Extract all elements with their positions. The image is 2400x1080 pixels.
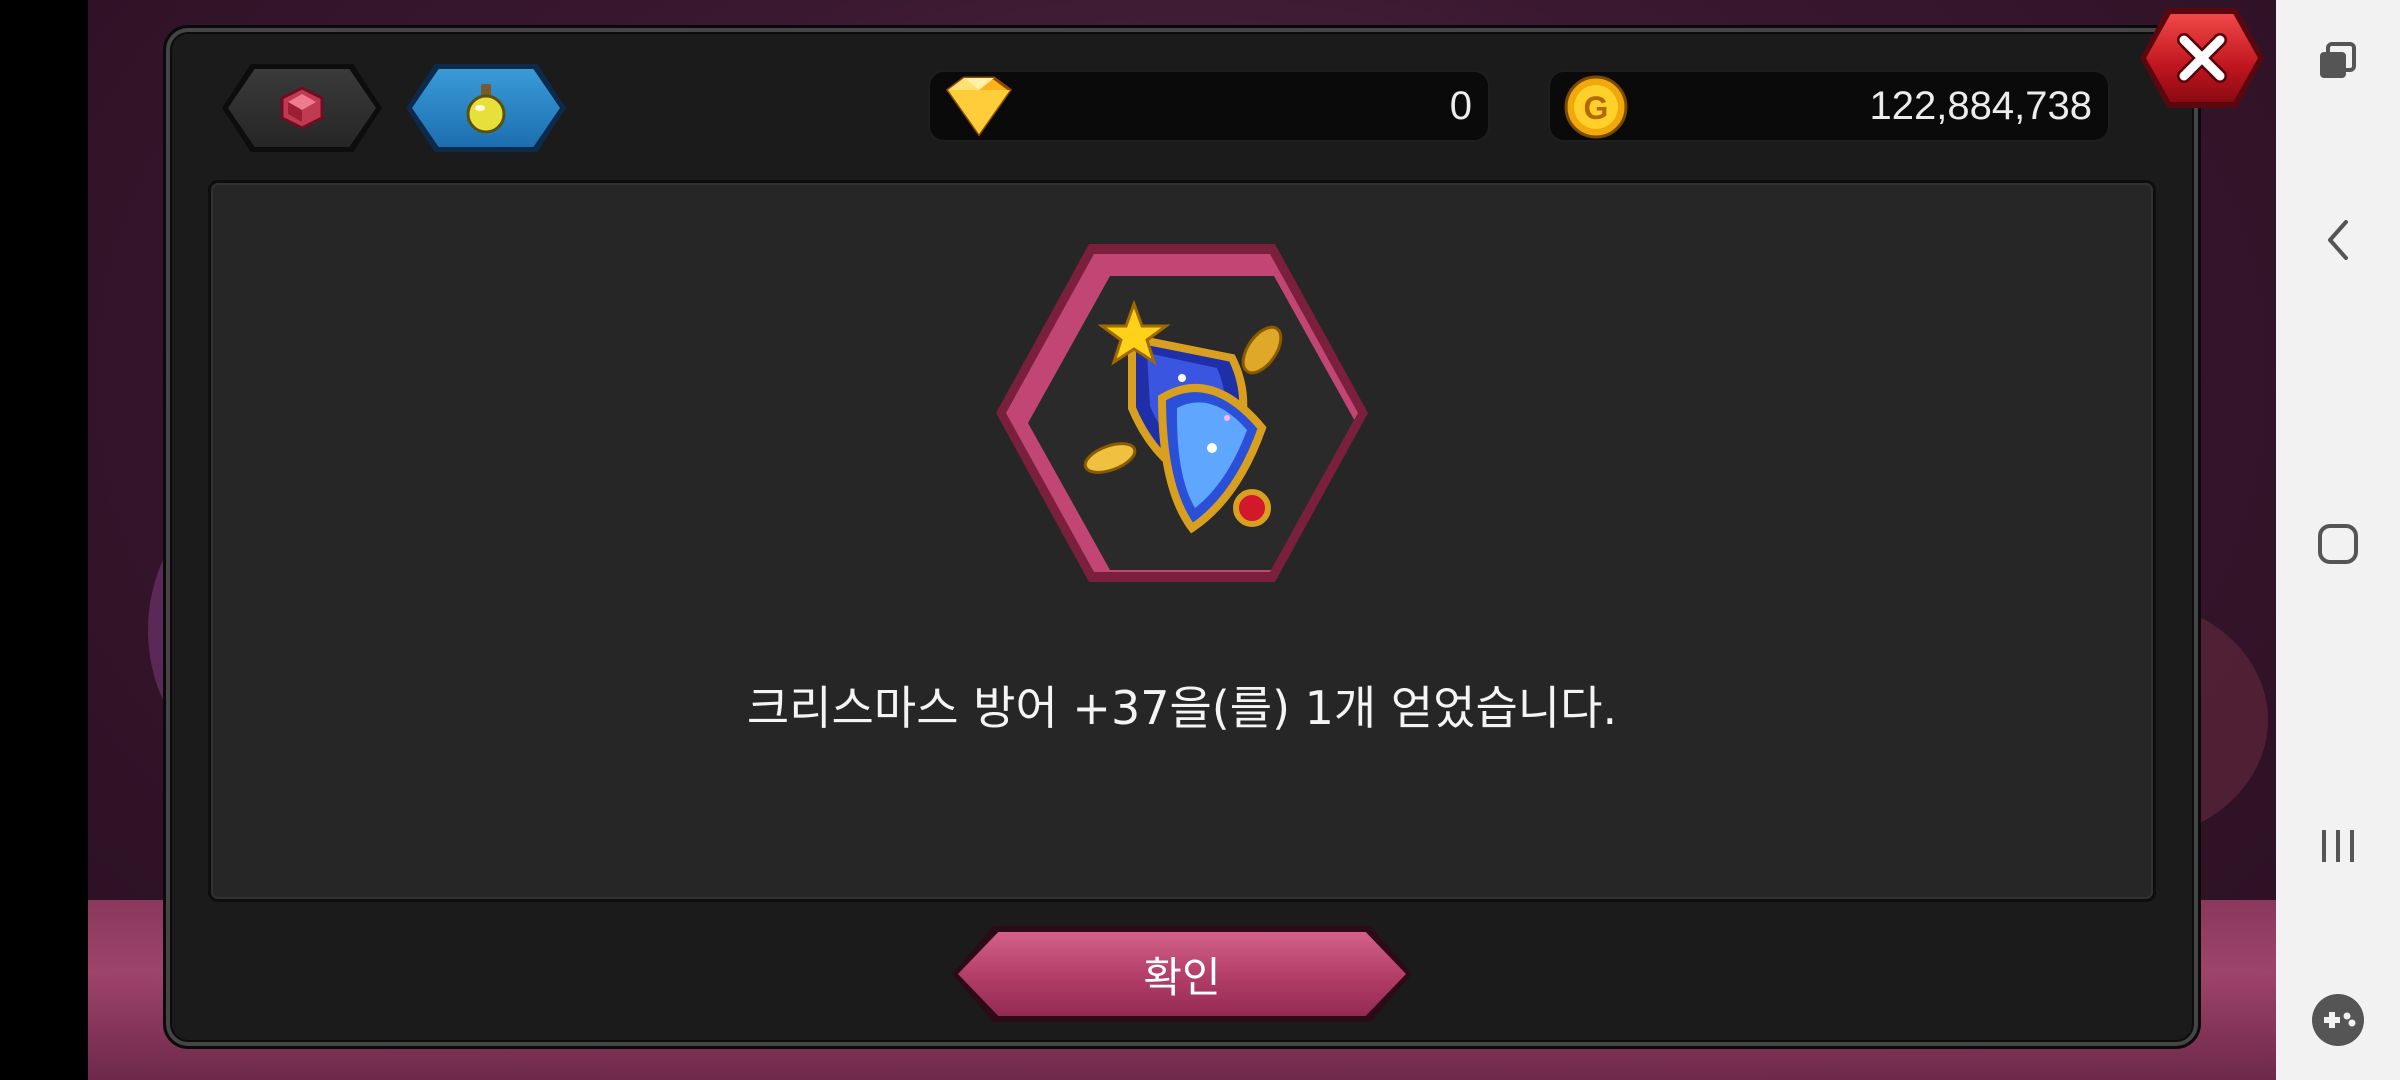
potion-flask-icon <box>466 84 506 134</box>
system-nav-bar <box>2276 0 2400 1080</box>
confirm-button-label: 확인 <box>958 932 1406 1016</box>
ruby-gem-icon <box>280 86 324 130</box>
home-button[interactable] <box>2276 494 2400 594</box>
back-button[interactable] <box>2276 190 2400 290</box>
gold-amount: 122,884,738 <box>1869 84 2092 128</box>
recent-apps-window-button[interactable] <box>2276 12 2400 112</box>
tab-potion-inner <box>412 69 560 147</box>
close-icon <box>2177 33 2227 83</box>
gold-currency-bar: G 122,884,738 <box>1548 70 2110 142</box>
recents-lines-icon <box>2322 830 2354 862</box>
tab-gem[interactable] <box>222 64 382 152</box>
recents-button[interactable] <box>2276 796 2400 896</box>
diamond-amount: 0 <box>1449 84 1472 128</box>
gamepad-icon <box>2312 994 2364 1046</box>
reward-message: 크리스마스 방어 +37을(를) 1개 얻었습니다. <box>746 681 1618 735</box>
game-tools-button[interactable] <box>2276 970 2400 1070</box>
recent-apps-window-icon <box>2320 42 2356 78</box>
christmas-defense-gem-icon <box>1083 299 1283 534</box>
tab-gem-inner <box>228 69 376 147</box>
gold-coin-icon: G <box>1564 75 1628 139</box>
home-square-icon <box>2318 524 2358 564</box>
item-frame-border <box>1006 254 1358 572</box>
diamond-icon <box>945 76 1013 137</box>
left-black-bar <box>0 0 88 1080</box>
confirm-button[interactable]: 확인 <box>952 926 1412 1022</box>
diamond-currency-bar: 0 <box>928 70 1490 142</box>
svg-text:G: G <box>1584 90 1609 126</box>
close-button-inner <box>2146 14 2258 102</box>
back-chevron-icon <box>2328 220 2348 260</box>
tab-potion[interactable] <box>406 64 566 152</box>
